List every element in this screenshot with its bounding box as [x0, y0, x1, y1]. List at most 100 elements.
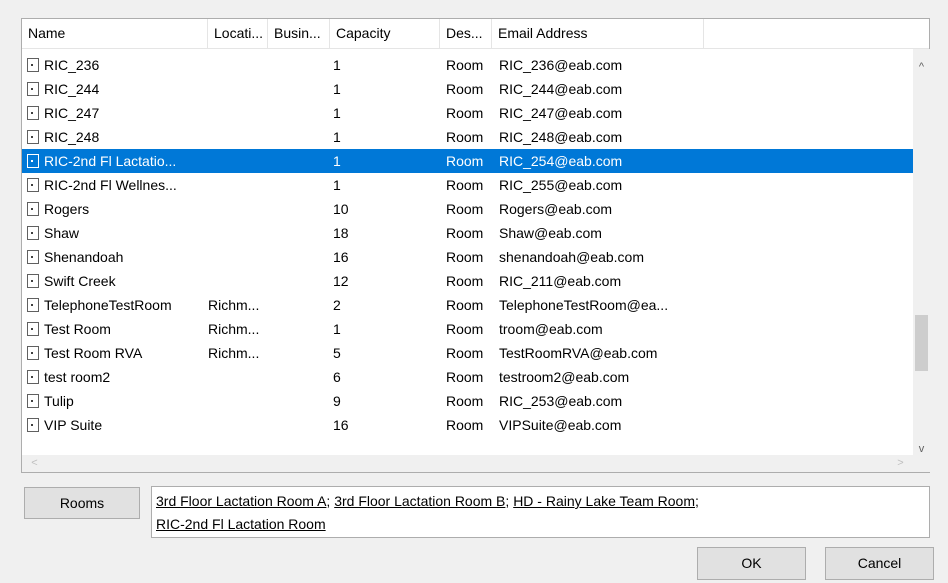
- column-header-name[interactable]: Name: [22, 19, 208, 48]
- room-row[interactable]: Test Room Richm... 1 Room troom@eab.com: [22, 317, 913, 341]
- room-location: [208, 197, 268, 221]
- room-row[interactable]: Tulip 9 Room RIC_253@eab.com: [22, 389, 913, 413]
- room-location: [208, 245, 268, 269]
- room-location: [208, 413, 268, 437]
- room-location: Richm...: [208, 297, 260, 313]
- column-header-capacity[interactable]: Capacity: [330, 19, 440, 48]
- scroll-left-icon[interactable]: <: [26, 455, 43, 472]
- room-business: [268, 365, 328, 389]
- room-list-view[interactable]: Name Locati... Busin... Capacity Des... …: [21, 18, 930, 473]
- selected-rooms-field[interactable]: 3rd Floor Lactation Room A; 3rd Floor La…: [151, 486, 930, 538]
- room-description: Room: [446, 393, 484, 409]
- room-row[interactable]: test room2 6 Room testroom2@eab.com: [22, 365, 913, 389]
- room-icon: [27, 226, 39, 240]
- rooms-button[interactable]: Rooms: [24, 487, 140, 519]
- room-icon: [27, 106, 39, 120]
- room-business: [268, 413, 328, 437]
- room-icon: [27, 418, 39, 432]
- room-description: Room: [446, 369, 484, 385]
- room-row[interactable]: Shaw 18 Room Shaw@eab.com: [22, 221, 913, 245]
- room-description: Room: [446, 153, 484, 169]
- room-capacity: 9: [333, 393, 341, 409]
- column-header-description[interactable]: Des...: [440, 19, 492, 48]
- room-capacity: 1: [333, 81, 341, 97]
- room-business: [268, 149, 328, 173]
- room-row[interactable]: Rogers 10 Room Rogers@eab.com: [22, 197, 913, 221]
- room-icon: [27, 394, 39, 408]
- selected-room-name[interactable]: HD - Rainy Lake Team Room: [513, 493, 695, 509]
- room-name: Swift Creek: [44, 273, 116, 289]
- selected-room-name[interactable]: 3rd Floor Lactation Room A: [156, 493, 326, 509]
- room-location: [208, 77, 268, 101]
- room-capacity: 12: [333, 273, 349, 289]
- column-header-email[interactable]: Email Address: [492, 19, 704, 48]
- room-row[interactable]: RIC-2nd Fl Wellnes... 1 Room RIC_255@eab…: [22, 173, 913, 197]
- room-row[interactable]: Swift Creek 12 Room RIC_211@eab.com: [22, 269, 913, 293]
- room-email: TestRoomRVA@eab.com: [499, 345, 658, 361]
- selected-room-name[interactable]: 3rd Floor Lactation Room B: [334, 493, 505, 509]
- room-icon: [27, 130, 39, 144]
- room-location: [208, 389, 268, 413]
- ok-button[interactable]: OK: [697, 547, 806, 580]
- room-business: [268, 173, 328, 197]
- vertical-scroll-thumb[interactable]: [915, 315, 928, 371]
- room-name: RIC_244: [44, 81, 100, 97]
- room-capacity: 1: [333, 57, 341, 73]
- room-capacity: 2: [333, 297, 341, 313]
- room-description: Room: [446, 225, 484, 241]
- room-row[interactable]: Test Room RVA Richm... 5 Room TestRoomRV…: [22, 341, 913, 365]
- room-location: [208, 173, 268, 197]
- room-business: [268, 125, 328, 149]
- room-business: [268, 245, 328, 269]
- room-icon: [27, 202, 39, 216]
- room-icon: [27, 298, 39, 312]
- room-location: [208, 53, 268, 77]
- selected-room-item[interactable]: HD - Rainy Lake Team Room;: [513, 493, 699, 509]
- room-location: Richm...: [208, 345, 260, 361]
- scroll-right-icon[interactable]: >: [892, 455, 909, 472]
- room-email: RIC_248@eab.com: [499, 129, 623, 145]
- room-description: Room: [446, 417, 484, 433]
- room-business: [268, 197, 328, 221]
- selected-room-item[interactable]: 3rd Floor Lactation Room A;: [156, 493, 334, 509]
- room-email: RIC_211@eab.com: [499, 273, 622, 289]
- column-header-location[interactable]: Locati...: [208, 19, 268, 48]
- room-row[interactable]: RIC_236 1 Room RIC_236@eab.com: [22, 53, 913, 77]
- column-header-bar: Name Locati... Busin... Capacity Des... …: [22, 19, 929, 49]
- room-description: Room: [446, 321, 484, 337]
- room-row[interactable]: Shenandoah 16 Room shenandoah@eab.com: [22, 245, 913, 269]
- scroll-up-icon[interactable]: ^: [913, 59, 930, 76]
- room-row[interactable]: RIC_247 1 Room RIC_247@eab.com: [22, 101, 913, 125]
- column-header-business[interactable]: Busin...: [268, 19, 330, 48]
- room-capacity: 16: [333, 417, 349, 433]
- horizontal-scrollbar[interactable]: < >: [22, 455, 913, 472]
- room-business: [268, 101, 328, 125]
- cancel-button[interactable]: Cancel: [825, 547, 934, 580]
- selected-room-item[interactable]: RIC-2nd Fl Lactation Room: [156, 516, 326, 532]
- room-location: [208, 221, 268, 245]
- room-description: Room: [446, 81, 484, 97]
- room-row[interactable]: TelephoneTestRoom Richm... 2 Room Teleph…: [22, 293, 913, 317]
- room-location: [208, 101, 268, 125]
- room-business: [268, 269, 328, 293]
- selected-room-item[interactable]: 3rd Floor Lactation Room B;: [334, 493, 513, 509]
- room-email: troom@eab.com: [499, 321, 603, 337]
- room-capacity: 10: [333, 201, 349, 217]
- room-icon: [27, 274, 39, 288]
- room-name: TelephoneTestRoom: [44, 297, 172, 313]
- room-icon: [27, 154, 39, 168]
- room-capacity: 1: [333, 153, 341, 169]
- selected-room-name[interactable]: RIC-2nd Fl Lactation Room: [156, 516, 326, 532]
- vertical-scrollbar[interactable]: ^ v: [913, 49, 930, 455]
- room-row[interactable]: RIC-2nd Fl Lactatio... 1 Room RIC_254@ea…: [22, 149, 913, 173]
- room-description: Room: [446, 201, 484, 217]
- room-email: TelephoneTestRoom@ea...: [499, 297, 669, 313]
- room-description: Room: [446, 177, 484, 193]
- room-location: [208, 149, 268, 173]
- room-name: RIC-2nd Fl Lactatio...: [44, 153, 177, 169]
- room-location: [208, 269, 268, 293]
- room-row[interactable]: VIP Suite 16 Room VIPSuite@eab.com: [22, 413, 913, 437]
- room-row[interactable]: RIC_244 1 Room RIC_244@eab.com: [22, 77, 913, 101]
- room-separator: ;: [695, 493, 699, 509]
- room-row[interactable]: RIC_248 1 Room RIC_248@eab.com: [22, 125, 913, 149]
